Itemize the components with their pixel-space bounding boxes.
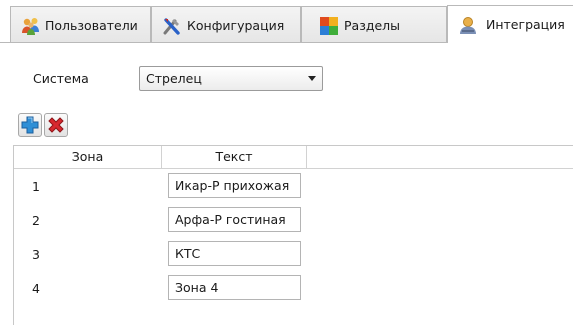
system-select-value: Стрелец: [146, 71, 202, 86]
table-row[interactable]: 4 Зона 4: [14, 272, 573, 306]
delete-zone-button[interactable]: [44, 113, 68, 137]
table-row[interactable]: 3 КТС: [14, 238, 573, 272]
column-header-zone[interactable]: Зона: [14, 146, 162, 168]
zone-cell: 3: [32, 247, 40, 262]
tab-label: Разделы: [344, 18, 401, 33]
table-row[interactable]: 2 Арфа-Р гостиная: [14, 204, 573, 238]
zones-table: Зона Текст 1 Икар-Р прихожая 2 Арфа-Р го…: [13, 145, 573, 325]
system-label: Система: [33, 71, 89, 86]
tools-icon: [163, 18, 180, 35]
zone-text-input[interactable]: Икар-Р прихожая: [168, 173, 301, 198]
zone-cell: 2: [32, 213, 40, 228]
tab-label: Пользователи: [45, 18, 138, 33]
chevron-down-icon: [308, 76, 316, 81]
tab-label: Интеграция: [486, 17, 565, 32]
zone-cell: 4: [32, 281, 40, 296]
integration-icon: [460, 17, 476, 34]
tab-sections[interactable]: Разделы: [301, 6, 447, 42]
delete-x-icon: [48, 117, 64, 133]
table-header: Зона Текст: [14, 146, 573, 169]
zone-text-input[interactable]: КТС: [168, 241, 301, 266]
sections-icon: [320, 17, 338, 35]
column-header-text[interactable]: Текст: [162, 146, 307, 168]
system-select[interactable]: Стрелец: [139, 66, 323, 91]
zone-text-input[interactable]: Зона 4: [168, 275, 301, 300]
table-row[interactable]: 1 Икар-Р прихожая: [14, 170, 573, 204]
tab-bar: Пользователи Конфигурация Разделы Интегр…: [0, 0, 573, 43]
tab-users[interactable]: Пользователи: [10, 6, 151, 42]
add-zone-button[interactable]: [18, 113, 42, 137]
integration-panel: Система Стрелец Зона Текст 1 Икар-Р прих…: [0, 42, 573, 325]
tab-integration[interactable]: Интеграция: [447, 5, 573, 43]
zone-cell: 1: [32, 179, 40, 194]
plus-icon: [21, 116, 39, 134]
users-icon: [22, 18, 39, 35]
tab-label: Конфигурация: [187, 18, 285, 33]
tab-configuration[interactable]: Конфигурация: [151, 6, 301, 42]
zone-text-input[interactable]: Арфа-Р гостиная: [168, 207, 301, 232]
